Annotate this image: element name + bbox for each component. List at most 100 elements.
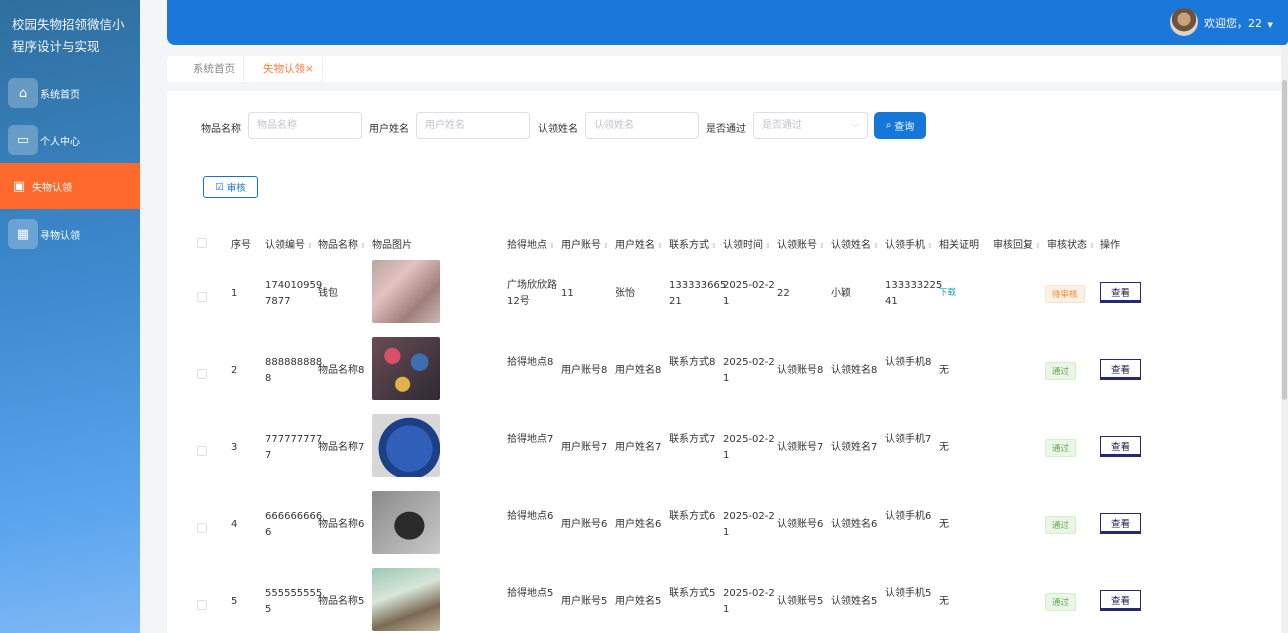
column-header-label: 物品名称 <box>318 240 358 251</box>
claimer-name: 小颖 <box>831 288 851 299</box>
column-header-label: 联系方式 <box>669 240 709 251</box>
claim-number: 555555555 5 <box>265 588 323 615</box>
select-all-checkbox[interactable] <box>197 238 207 248</box>
claim-time: 2025-02-2 1 <box>723 357 775 384</box>
sidebar-item-profile[interactable]: ▭ 个人中心 <box>0 117 140 163</box>
item-name: 物品名称7 <box>318 442 365 453</box>
sort-icon: ⇕ <box>819 242 825 250</box>
column-header-label: 认领账号 <box>777 240 817 251</box>
status-badge: 通过 <box>1045 593 1077 611</box>
column-header: 相关证明 <box>939 240 979 251</box>
found-place: 广场欣欣路 12号 <box>507 280 557 307</box>
claim-time: 2025-02-2 1 <box>723 280 775 307</box>
sidebar-item-find-claim[interactable]: ▦ 寻物认领 <box>0 211 140 257</box>
user-account: 用户账号8 <box>561 365 608 376</box>
contact: 联系方式5 <box>669 588 716 599</box>
sidebar-item-label: 失物认领 <box>32 182 72 194</box>
user-name: 张怡 <box>615 288 635 299</box>
proof-download-link[interactable]: 下载 <box>939 286 956 298</box>
item-image <box>372 337 440 400</box>
column-header-label: 认领编号 <box>265 240 305 251</box>
row-checkbox[interactable] <box>197 292 207 302</box>
query-button[interactable]: ⌕ 查询 <box>874 112 926 139</box>
scrollbar-thumb[interactable] <box>1282 80 1287 400</box>
view-button[interactable]: 查看 <box>1100 513 1141 534</box>
column-header[interactable]: 拾得地点 ⇕ <box>507 236 555 251</box>
column-header[interactable]: 认领编号 ⇕ <box>265 236 313 251</box>
column-header-label: 认领手机 <box>885 240 925 251</box>
item-image <box>372 414 440 477</box>
audit-button[interactable]: ☑ 审核 <box>203 176 258 198</box>
passed-select[interactable]: 是否通过 ⌵ <box>753 112 868 139</box>
row-index: 2 <box>231 365 238 376</box>
claimer-account: 认领账号8 <box>777 365 824 376</box>
column-header[interactable]: 审核回复 ⇕ <box>993 236 1041 251</box>
tab-bar: 系统首页 失物认领× <box>167 56 1283 82</box>
sort-icon: ⇕ <box>873 242 879 250</box>
claimer-account: 认领账号5 <box>777 596 824 607</box>
sort-icon: ⇕ <box>927 242 933 250</box>
column-header[interactable]: 联系方式 ⇕ <box>669 236 717 251</box>
column-header[interactable]: 认领时间 ⇕ <box>723 236 771 251</box>
column-header-label: 用户姓名 <box>615 240 655 251</box>
row-checkbox[interactable] <box>197 523 207 533</box>
claimer-name: 认领姓名6 <box>831 519 878 530</box>
view-button[interactable]: 查看 <box>1100 436 1141 457</box>
avatar[interactable] <box>1170 8 1198 36</box>
status-badge: 通过 <box>1045 439 1077 457</box>
item-image <box>372 568 440 631</box>
tab-label: 系统首页 <box>193 63 235 75</box>
item-name: 钱包 <box>318 288 338 299</box>
column-header[interactable]: 认领手机 ⇕ <box>885 236 933 251</box>
item-image <box>372 491 440 554</box>
claimer-name: 认领姓名7 <box>831 442 878 453</box>
column-header[interactable]: 用户姓名 ⇕ <box>615 236 663 251</box>
column-header-label: 物品图片 <box>372 240 412 251</box>
app-title: 校园失物招领微信小 程序设计与实现 <box>4 14 138 58</box>
sort-icon: ⇕ <box>657 242 663 250</box>
sidebar-item-lost-claim[interactable]: ▣ 失物认领 <box>0 163 140 209</box>
claimer-phone: 认领手机6 <box>885 511 932 522</box>
passed-select-placeholder: 是否通过 <box>762 120 802 131</box>
view-button[interactable]: 查看 <box>1100 359 1141 380</box>
column-header-label: 审核状态 <box>1047 240 1087 251</box>
claimer-name-input[interactable] <box>585 112 699 139</box>
contact: 联系方式8 <box>669 357 716 368</box>
column-header[interactable]: 用户账号 ⇕ <box>561 236 609 251</box>
status-badge: 待审核 <box>1045 285 1085 303</box>
row-checkbox[interactable] <box>197 600 207 610</box>
contact: 13333366​5 21 <box>669 280 727 307</box>
user-name: 用户姓名7 <box>615 442 662 453</box>
tab-label: 失物认领 <box>263 63 305 75</box>
claimer-phone: 13333322​5 41 <box>885 280 943 307</box>
item-name: 物品名称5 <box>318 596 365 607</box>
sort-icon: ⇕ <box>765 242 771 250</box>
user-menu[interactable]: 欢迎您，22 ▼ <box>1204 15 1273 31</box>
row-checkbox[interactable] <box>197 369 207 379</box>
item-name-input[interactable] <box>248 112 362 139</box>
sidebar-item-home[interactable]: ⌂ 系统首页 <box>0 70 140 116</box>
column-header[interactable]: 认领账号 ⇕ <box>777 236 825 251</box>
view-button[interactable]: 查看 <box>1100 282 1141 303</box>
claim-time: 2025-02-2 1 <box>723 588 775 615</box>
claim-number: 17401095​9 7877 <box>265 280 323 307</box>
tab-lost-claim[interactable]: 失物认领× <box>255 56 323 82</box>
claimer-account: 认领账号7 <box>777 442 824 453</box>
checkbox-icon: ☑ <box>215 181 224 193</box>
status-badge: 通过 <box>1045 362 1077 380</box>
tab-home[interactable]: 系统首页 <box>185 56 244 82</box>
user-name-input[interactable] <box>416 112 530 139</box>
search-icon: ⌕ <box>885 120 892 131</box>
column-header[interactable]: 物品名称 ⇕ <box>318 236 366 251</box>
column-header[interactable]: 审核状态 ⇕ <box>1047 236 1095 251</box>
claimer-phone: 认领手机7 <box>885 434 932 445</box>
found-place: 拾得地点5 <box>507 588 554 599</box>
close-icon[interactable]: × <box>305 63 314 75</box>
chevron-down-icon: ▼ <box>1267 21 1273 29</box>
view-button[interactable]: 查看 <box>1100 590 1141 611</box>
column-header-label: 认领姓名 <box>831 240 871 251</box>
user-account: 用户账号5 <box>561 596 608 607</box>
proof: 无 <box>939 365 949 376</box>
row-checkbox[interactable] <box>197 446 207 456</box>
column-header[interactable]: 认领姓名 ⇕ <box>831 236 879 251</box>
